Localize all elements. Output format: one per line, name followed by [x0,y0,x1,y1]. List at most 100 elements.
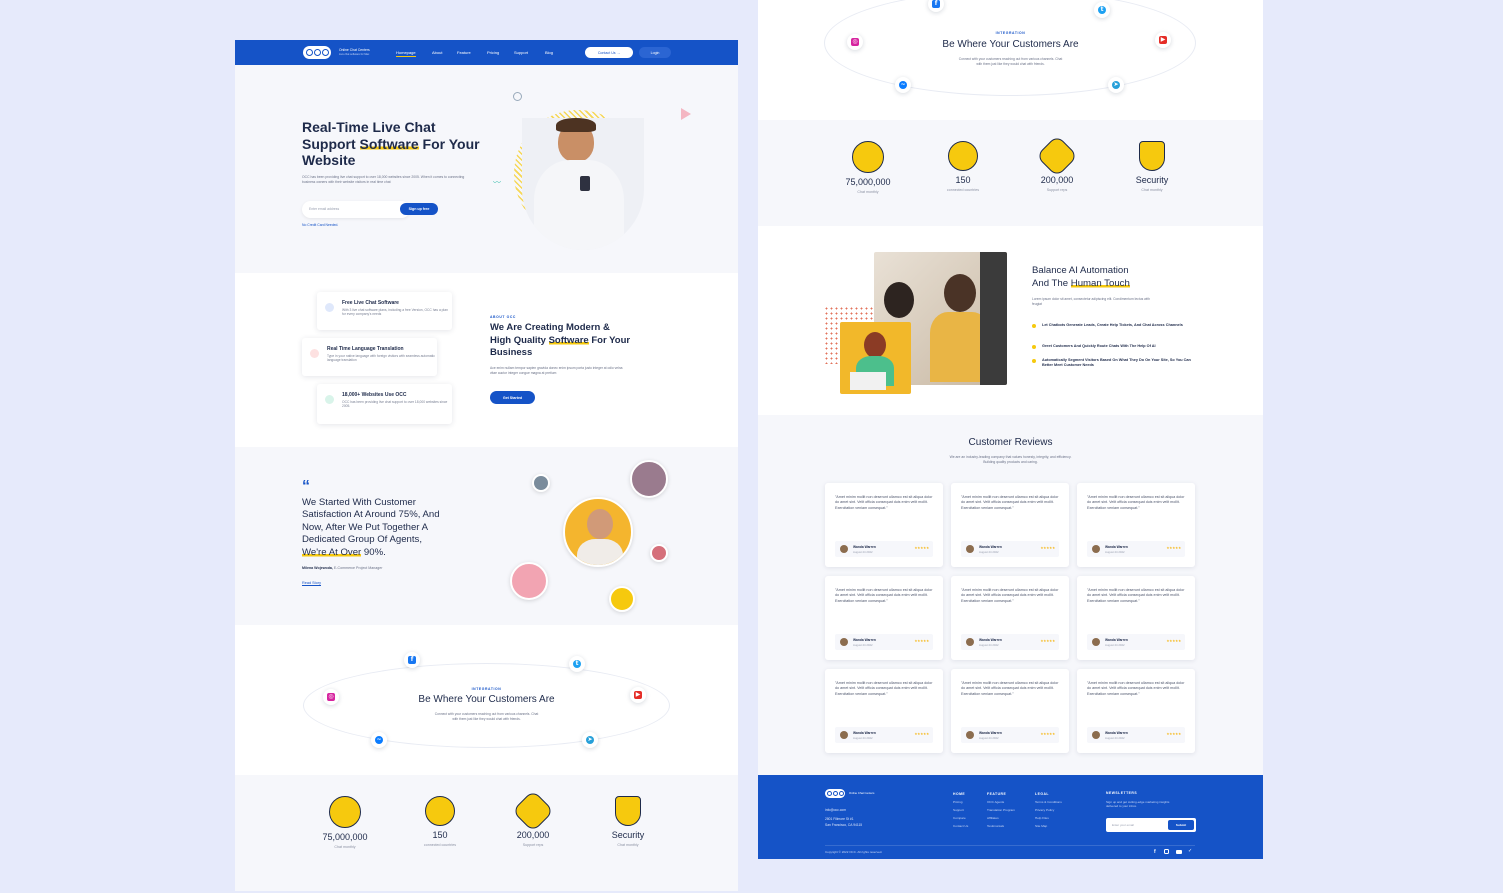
chat-bubbles-icon [852,141,884,173]
translation-icon [310,349,319,358]
telegram-icon[interactable]: ➤ [1108,77,1124,93]
integration-title: Be Where Your Customers Are [942,39,1079,50]
review-date: August 24 2022 [853,643,873,647]
stat-chats: 75,000,000 Chat monthly [828,141,908,194]
feature-card-websites[interactable]: 18,000+ Websites Use OCC OCC has been pr… [317,384,452,424]
feature-card-title: Real Time Language Translation [327,346,404,352]
stat-reps: 200,000 Support reps [1017,134,1097,192]
review-date: August 24 2022 [979,736,999,740]
stat-security: Security Chat monthly [1112,141,1192,192]
footer-link[interactable]: Contact Us [953,822,968,830]
newsletter-head: NEWSLETTERS [1106,791,1138,795]
feature-card-translation[interactable]: Real Time Language Translation Type in y… [302,338,437,376]
footer-col-legal: Terms & Conditions Privacy Policy Help F… [1035,798,1062,830]
footer-link[interactable]: OCC Agents [987,798,1015,806]
stat-chats: 75,000,000 Chat monthly [305,796,385,849]
stat-countries: 150 connected countries [923,141,1003,192]
nav-link-homepage[interactable]: Homepage [396,50,416,57]
integration-description: Connect with your customers reaching out… [958,57,1063,66]
chat-grid-icon [325,303,334,312]
stat-countries: 150 connected countries [400,796,480,847]
footer-youtube-icon[interactable] [1176,850,1182,854]
review-card: "Amet minim mollit non deserunt ullamco … [1077,483,1195,567]
twitter-icon[interactable]: t [1094,2,1110,18]
contact-us-button[interactable]: Contact Us → [585,47,633,58]
facebook-icon[interactable]: f [404,652,420,668]
feature-card-title: Free Live Chat Software [342,300,399,306]
avatar [966,638,974,646]
footer-link[interactable]: Privacy Policy [1035,806,1062,814]
reviewer-name: Wanda Warren [1105,638,1128,642]
globe-icon [325,395,334,404]
star-rating-icon: ★★★★★ [1166,546,1181,550]
review-card: "Amet minim mollit non deserunt ullamco … [825,483,943,567]
automation-title: Balance AI Automation And The Human Touc… [1032,265,1130,289]
hero-section [235,65,738,273]
feature-card-free-chat[interactable]: Free Live Chat Software With 3 live chat… [317,292,452,330]
reviewer-name: Wanda Warren [853,545,876,549]
read-story-link[interactable]: Read Story [302,581,321,585]
about-title-highlight: Software [548,334,589,346]
messenger-icon[interactable]: ~ [371,732,387,748]
footer-link[interactable]: Testimonials [987,822,1015,830]
copyright: Copyright © 2022 OCC. All rights reserve… [825,850,883,854]
footer-col-legal-head: LEGAL [1035,792,1049,796]
review-quote: "Amet minim mollit non deserunt ullamco … [835,495,933,510]
testimonial-quote: We Started With Customer Satisfaction At… [302,497,440,558]
reviewer-name: Wanda Warren [1105,545,1128,549]
review-quote: "Amet minim mollit non deserunt ullamco … [961,495,1059,510]
brand-tagline: Live chat software for Max [339,53,370,56]
occ-logo[interactable] [825,789,845,798]
footer-link[interactable]: Support [953,806,968,814]
footer-divider [825,845,1195,846]
footer-link[interactable]: Help Files [1035,814,1062,822]
star-rating-icon: ★★★★★ [914,546,929,550]
footer-twitter-icon[interactable]: ✓ [1188,848,1192,854]
footer-link[interactable]: Compare [953,814,968,822]
footer-facebook-icon[interactable]: f [1154,849,1156,855]
review-date: August 24 2022 [979,643,999,647]
hero-title-line-1: Real-Time Live Chat [302,119,436,135]
quote-highlight: We're At Over [302,546,362,558]
footer-link[interactable]: Pricing [953,798,968,806]
footer-address-line-2: San Francisco, CA 94115 [825,823,863,827]
get-started-button[interactable]: Get Started [490,391,535,404]
decor-circle-icon [513,92,522,101]
nav-link-pricing[interactable]: Pricing [487,50,499,55]
star-rating-icon: ★★★★★ [1166,732,1181,736]
footer-link[interactable]: Affiliates [987,814,1015,822]
occ-logo[interactable] [303,46,331,59]
review-card: "Amet minim mollit non deserunt ullamco … [825,576,943,660]
messenger-icon[interactable]: ~ [895,77,911,93]
reviews-subtitle: We are an industry-leading company that … [949,455,1072,464]
automation-description: Lorem ipsum dolor sit amet, consectetur … [1032,297,1151,306]
nav-link-feature[interactable]: Feature [457,50,471,55]
star-badge-icon [948,141,978,171]
nav-link-about[interactable]: About [432,50,442,55]
footer-email[interactable]: info@occ.com [825,808,846,813]
avatar-featured [563,497,633,567]
nav-link-support[interactable]: Support [514,50,528,55]
review-card: "Amet minim mollit non deserunt ullamco … [951,483,1069,567]
footer-link[interactable]: Translation Program [987,806,1015,814]
avatar [966,545,974,553]
avatar [966,731,974,739]
review-card: "Amet minim mollit non deserunt ullamco … [951,576,1069,660]
twitter-icon[interactable]: t [569,656,585,672]
email-field[interactable]: Enter email address [302,201,410,218]
sign-up-button[interactable]: Sign up free [400,203,438,215]
footer-link[interactable]: Site Map [1035,822,1062,830]
newsletter-submit-button[interactable]: Submit [1168,820,1194,830]
integration-description: Connect with your customers reaching out… [434,712,539,721]
footer-link[interactable]: Terms & Conditions [1035,798,1062,806]
review-card: "Amet minim mollit non deserunt ullamco … [1077,576,1195,660]
telegram-icon[interactable]: ➤ [582,732,598,748]
shield-icon [615,796,641,826]
nav-link-blog[interactable]: Blog [545,50,553,55]
homepage-right-column: f t ◎ ▶ ~ ➤ INTEGRATION Be Where Your Cu… [758,0,1263,859]
reviewer-info: Wanda Warren August 24 2022 ★★★★★ [961,541,1059,557]
footer-instagram-icon[interactable] [1164,849,1169,854]
decor-zigzag-icon: 〰 [493,178,501,187]
review-card: "Amet minim mollit non deserunt ullamco … [1077,669,1195,753]
login-button[interactable]: Login [639,47,671,58]
